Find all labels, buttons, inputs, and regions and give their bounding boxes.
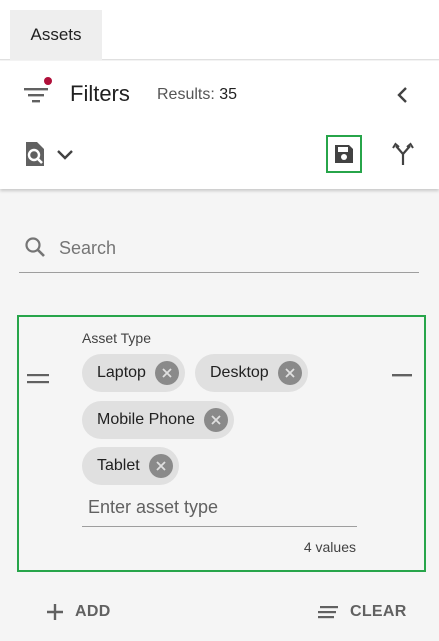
results-count: 35 bbox=[219, 86, 238, 103]
tab-bar: Assets bbox=[0, 0, 439, 60]
page-title: Filters bbox=[70, 81, 130, 106]
remove-filter-icon[interactable] bbox=[392, 374, 412, 378]
add-label: ADD bbox=[75, 603, 111, 620]
results-label: Results: bbox=[157, 86, 215, 103]
chip-tablet: Tablet bbox=[82, 447, 179, 485]
filter-card-asset-type: Asset Type Laptop Desktop Mobile Phone T… bbox=[17, 315, 426, 572]
close-icon[interactable] bbox=[154, 361, 179, 385]
chip-desktop: Desktop bbox=[195, 354, 308, 392]
merge-icon[interactable] bbox=[391, 141, 415, 167]
close-icon[interactable] bbox=[148, 454, 173, 478]
drag-handle-icon[interactable] bbox=[27, 372, 49, 386]
search-input[interactable] bbox=[59, 233, 409, 263]
add-filter-button[interactable]: ADD bbox=[45, 598, 111, 626]
values-count: 4 values bbox=[303, 539, 356, 555]
filter-list-icon[interactable] bbox=[22, 81, 50, 109]
clear-label: CLEAR bbox=[350, 603, 407, 620]
save-icon bbox=[335, 145, 353, 163]
clear-all-icon bbox=[318, 606, 338, 619]
saved-query-icon[interactable] bbox=[22, 141, 48, 167]
chip-label: Tablet bbox=[97, 457, 140, 474]
chip-label: Mobile Phone bbox=[97, 411, 195, 428]
save-button[interactable] bbox=[326, 135, 362, 173]
chip-laptop: Laptop bbox=[82, 354, 185, 392]
chevron-down-icon[interactable] bbox=[55, 145, 75, 165]
notification-dot bbox=[44, 77, 52, 85]
close-icon[interactable] bbox=[203, 408, 228, 432]
search-field bbox=[19, 229, 419, 273]
filters-header: Filters Results: 35 bbox=[0, 61, 439, 189]
clear-filters-button[interactable]: CLEAR bbox=[318, 598, 407, 626]
close-icon[interactable] bbox=[277, 361, 302, 385]
results-counter: Results: 35 bbox=[157, 86, 237, 104]
tab-assets-label: Assets bbox=[30, 25, 82, 44]
chip-mobile-phone: Mobile Phone bbox=[82, 401, 234, 439]
chip-label: Desktop bbox=[210, 364, 269, 381]
search-icon bbox=[25, 237, 45, 257]
chip-label: Laptop bbox=[97, 364, 146, 381]
field-label: Asset Type bbox=[82, 330, 152, 346]
tab-assets[interactable]: Assets bbox=[10, 10, 102, 60]
plus-icon bbox=[47, 604, 63, 620]
chevron-left-icon[interactable] bbox=[393, 83, 413, 107]
asset-type-input[interactable] bbox=[82, 489, 357, 527]
